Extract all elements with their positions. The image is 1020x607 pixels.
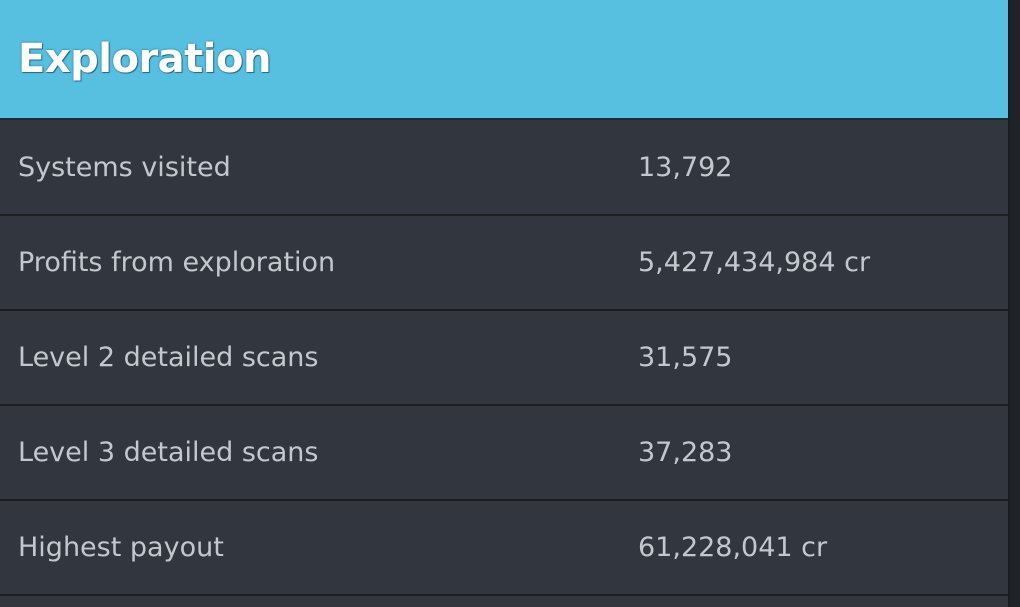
- stat-value: 31,575: [638, 342, 733, 373]
- stat-row-profits-from-exploration: Profits from exploration 5,427,434,984 c…: [0, 216, 1008, 311]
- stat-row-systems-visited: Systems visited 13,792: [0, 120, 1008, 216]
- stats-list: Systems visited 13,792 Profits from expl…: [0, 120, 1008, 596]
- stat-label: Level 2 detailed scans: [18, 342, 319, 373]
- exploration-panel: Exploration Systems visited 13,792 Profi…: [0, 0, 1010, 607]
- stat-value: 61,228,041 cr: [638, 532, 828, 563]
- stat-label: Systems visited: [18, 151, 231, 183]
- stat-value: 13,792: [638, 151, 733, 183]
- section-title: Exploration: [18, 36, 271, 82]
- stat-row-highest-payout: Highest payout 61,228,041 cr: [0, 501, 1008, 596]
- stat-label: Highest payout: [18, 532, 224, 563]
- scroll-gutter: [1010, 0, 1020, 607]
- stat-label: Profits from exploration: [18, 247, 336, 278]
- stat-label: Level 3 detailed scans: [18, 437, 319, 468]
- stat-value: 37,283: [638, 437, 733, 468]
- stat-value: 5,427,434,984 cr: [638, 247, 871, 278]
- section-header: Exploration: [0, 0, 1008, 120]
- stat-row-level-2-detailed-scans: Level 2 detailed scans 31,575: [0, 311, 1008, 406]
- stat-row-level-3-detailed-scans: Level 3 detailed scans 37,283: [0, 406, 1008, 501]
